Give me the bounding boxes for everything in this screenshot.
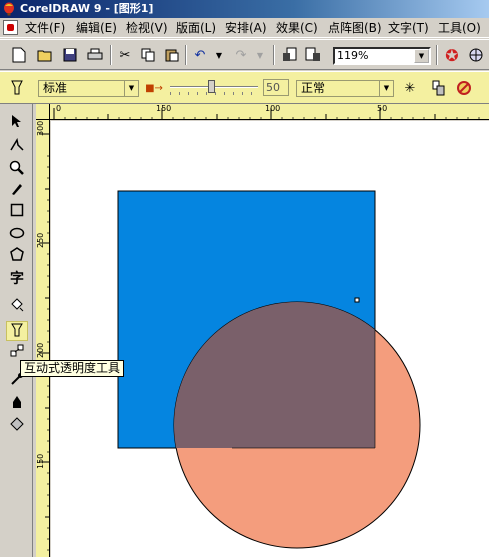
ruler-label: 150	[36, 453, 45, 469]
interactive-fill-tool-icon[interactable]	[6, 298, 28, 318]
ruler-label: 200	[36, 342, 45, 358]
ellipse-tool-icon[interactable]	[6, 225, 28, 245]
ruler-label: 300	[36, 120, 45, 136]
undo-dropdown-icon[interactable]: ▼	[210, 46, 228, 64]
interactive-transparency-tool-icon[interactable]	[6, 321, 28, 341]
freehand-tool-icon[interactable]	[6, 182, 28, 202]
shape-tool-icon[interactable]	[6, 137, 28, 158]
edit-transparency-icon[interactable]: ✳	[401, 79, 419, 97]
chevron-down-icon[interactable]: ▼	[124, 81, 138, 96]
standard-toolbar: ✂ ↶ ▼ ↷ ▼ 119% ▼ ✪	[0, 39, 489, 70]
redo-dropdown-icon: ▼	[256, 50, 264, 60]
slider-thumb[interactable]	[208, 80, 215, 93]
toolbar-separator	[185, 45, 187, 65]
undo-icon[interactable]: ↶	[191, 46, 209, 64]
transparency-type-value: 标准	[43, 81, 68, 95]
text-tool-icon[interactable]: 字	[6, 269, 28, 289]
redo-icon: ↷	[235, 47, 247, 63]
paste-icon[interactable]	[163, 46, 181, 64]
transparency-tool-icon	[8, 79, 26, 97]
menu-layout[interactable]: 版面(L)	[176, 21, 216, 35]
import-icon[interactable]	[281, 46, 299, 64]
drawing-shapes	[117, 190, 421, 549]
open-folder-icon[interactable]	[36, 46, 54, 64]
coreldraw-balloon-icon	[4, 2, 14, 16]
transparency-operation-value: 正常	[301, 81, 326, 95]
zoom-tool-icon[interactable]	[6, 160, 28, 180]
transparency-operation-select[interactable]: 正常 ▼	[296, 80, 394, 97]
menu-bar: 文件(F) 编辑(E) 检视(V) 版面(L) 安排(A) 效果(C) 点阵图(…	[0, 18, 489, 38]
toolbar-separator	[436, 45, 438, 65]
drawing-canvas[interactable]	[51, 121, 489, 557]
chevron-down-icon[interactable]: ▼	[379, 81, 393, 96]
cut-icon[interactable]: ✂	[116, 46, 134, 64]
copy-icon[interactable]	[139, 46, 157, 64]
transparency-amount-input[interactable]: 50	[263, 79, 289, 96]
ruler-label: 100	[265, 104, 281, 113]
menu-file[interactable]: 文件(F)	[25, 21, 65, 35]
document-icon[interactable]	[3, 20, 18, 35]
horizontal-ruler[interactable]: 0 150 100 50	[50, 104, 489, 120]
fill-tool-icon[interactable]	[6, 417, 28, 437]
corel-online-icon[interactable]	[467, 46, 485, 64]
ruler-label: 50	[377, 104, 388, 113]
clear-transparency-icon[interactable]	[455, 79, 473, 97]
menu-arrange[interactable]: 安排(A)	[225, 21, 267, 35]
toolbox: 字	[0, 104, 33, 557]
toolbar-separator	[110, 45, 112, 65]
zoom-level-select[interactable]: 119% ▼	[333, 47, 431, 65]
transparency-type-select[interactable]: 标准 ▼	[38, 80, 139, 97]
transparency-handle[interactable]	[354, 297, 360, 303]
print-icon[interactable]	[86, 46, 104, 64]
menu-tools[interactable]: 工具(O)	[438, 21, 481, 35]
menu-effects[interactable]: 效果(C)	[276, 21, 318, 35]
zoom-level-value: 119%	[337, 49, 369, 62]
ruler-label: 250	[36, 232, 45, 248]
title-bar: CorelDRAW 9 - [图形1]	[0, 0, 489, 18]
menu-text[interactable]: 文字(T)	[388, 21, 429, 35]
copy-transparency-icon[interactable]	[430, 79, 448, 97]
export-icon[interactable]	[304, 46, 322, 64]
pick-tool-icon[interactable]	[6, 114, 28, 134]
chevron-down-icon[interactable]: ▼	[414, 49, 429, 63]
outline-tool-icon[interactable]	[6, 395, 28, 415]
toolbar-separator	[273, 45, 275, 65]
vertical-ruler-ticks	[39, 133, 50, 551]
ruler-label: 0	[56, 104, 62, 113]
save-icon[interactable]	[61, 46, 79, 64]
start-transparency-icon: ■→	[145, 82, 163, 94]
vertical-ruler[interactable]: 300 250 200 150	[36, 120, 50, 557]
corel-application-launcher-icon[interactable]: ✪	[443, 46, 461, 65]
menu-edit[interactable]: 编辑(E)	[76, 21, 117, 35]
ruler-label: 150	[156, 104, 172, 113]
menu-view[interactable]: 检视(V)	[126, 21, 168, 35]
window-title: CorelDRAW 9 - [图形1]	[20, 2, 154, 15]
tool-tooltip: 互动式透明度工具	[20, 360, 125, 377]
new-document-icon[interactable]	[10, 46, 28, 64]
rectangle-tool-icon[interactable]	[6, 203, 28, 223]
polygon-tool-icon[interactable]	[6, 247, 28, 267]
menu-bitmaps[interactable]: 点阵图(B)	[328, 21, 382, 35]
ruler-origin[interactable]	[36, 104, 50, 120]
